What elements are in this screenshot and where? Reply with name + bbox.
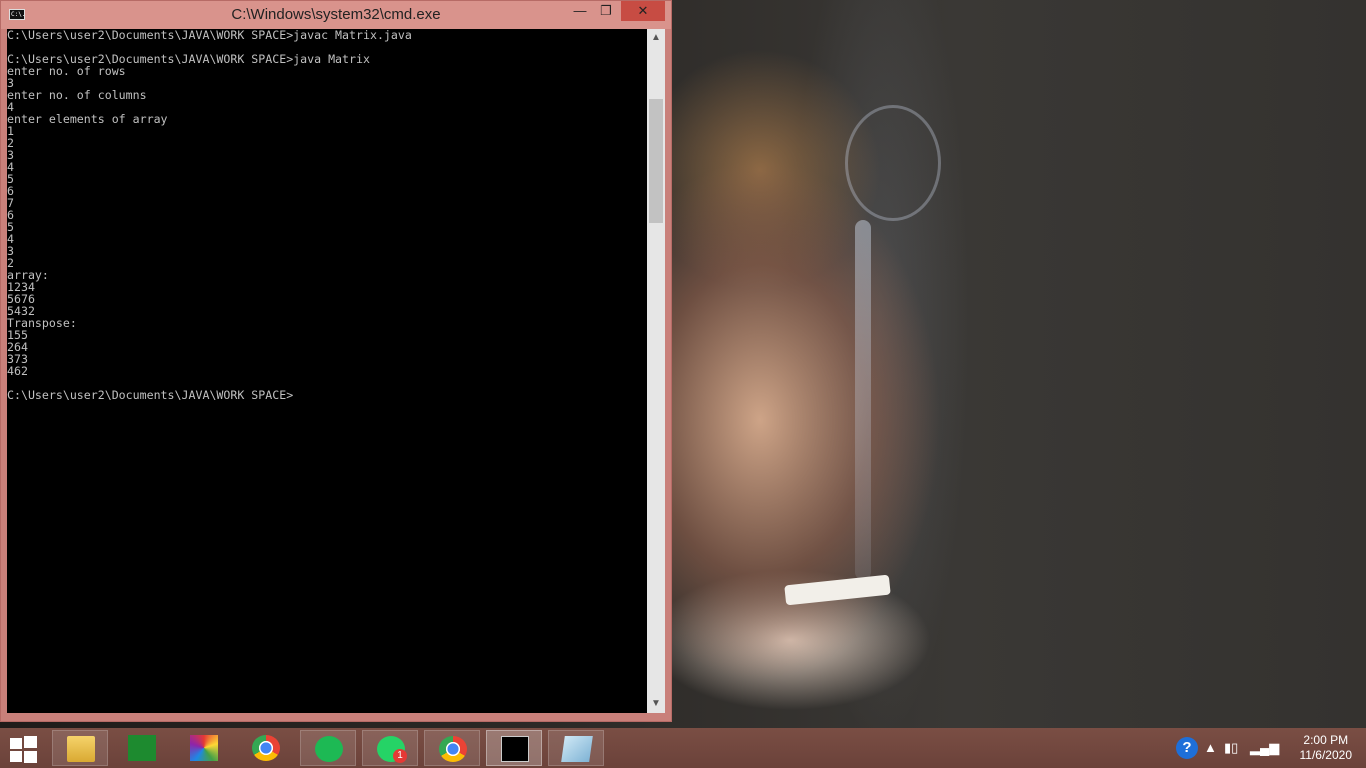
console-line: 1 bbox=[7, 124, 14, 138]
console-line: 2 bbox=[7, 256, 14, 270]
console-line: Transpose: bbox=[7, 316, 77, 330]
taskbar-command-prompt[interactable] bbox=[486, 730, 542, 766]
window-titlebar[interactable]: C:\. C:\Windows\system32\cmd.exe — ❐ ✕ bbox=[1, 1, 671, 29]
system-tray: ? ▲ ▮▯ ▂▄▆ 2:00 PM 11/6/2020 bbox=[1176, 728, 1366, 768]
help-icon[interactable]: ? bbox=[1176, 737, 1198, 759]
console-line: array: bbox=[7, 268, 49, 282]
console-line: 5676 bbox=[7, 292, 35, 306]
console-line: C:\Users\user2\Documents\JAVA\WORK SPACE… bbox=[7, 388, 294, 402]
wallpaper-smoke-trail bbox=[855, 220, 871, 580]
scroll-up-arrow-icon[interactable]: ▲ bbox=[647, 29, 665, 47]
console-line: 5 bbox=[7, 172, 14, 186]
chrome-icon bbox=[252, 735, 280, 761]
console-text: C:\Users\user2\Documents\JAVA\WORK SPACE… bbox=[7, 29, 647, 401]
console-line: C:\Users\user2\Documents\JAVA\WORK SPACE… bbox=[7, 29, 412, 42]
taskbar-spotify[interactable] bbox=[300, 730, 356, 766]
spotify-icon bbox=[315, 736, 343, 762]
taskbar-whatsapp[interactable]: 1 bbox=[362, 730, 418, 766]
console-line: 2 bbox=[7, 136, 14, 150]
console-line: 373 bbox=[7, 352, 28, 366]
console-line: 462 bbox=[7, 364, 28, 378]
windows-logo-tile bbox=[10, 751, 22, 762]
minimize-button[interactable]: — bbox=[567, 1, 593, 21]
taskbar-notepad[interactable] bbox=[548, 730, 604, 766]
console-line: 7 bbox=[7, 196, 14, 210]
battery-icon[interactable]: ▮▯ bbox=[1224, 740, 1238, 756]
console-line: 3 bbox=[7, 148, 14, 162]
notification-badge: 1 bbox=[393, 749, 407, 763]
windows-logo-tile bbox=[24, 751, 37, 763]
store-icon bbox=[128, 735, 156, 761]
taskbar-chrome[interactable] bbox=[238, 730, 294, 766]
restore-button[interactable]: ❐ bbox=[593, 1, 619, 21]
console-line: 4 bbox=[7, 232, 14, 246]
console-line: 6 bbox=[7, 208, 14, 222]
games-icon bbox=[190, 735, 218, 761]
console-line: enter elements of array bbox=[7, 112, 168, 126]
console-output[interactable]: C:\Users\user2\Documents\JAVA\WORK SPACE… bbox=[7, 29, 647, 713]
notepad-icon bbox=[561, 736, 593, 762]
chrome-profile-icon bbox=[439, 736, 467, 762]
console-line: 4 bbox=[7, 160, 14, 174]
windows-logo-tile bbox=[10, 738, 22, 749]
scroll-thumb[interactable] bbox=[649, 99, 663, 223]
scroll-down-arrow-icon[interactable]: ▼ bbox=[647, 695, 665, 713]
clock[interactable]: 2:00 PM 11/6/2020 bbox=[1300, 733, 1353, 763]
taskbar-chrome-profile[interactable] bbox=[424, 730, 480, 766]
console-line: 5432 bbox=[7, 304, 35, 318]
console-line: 5 bbox=[7, 220, 14, 234]
console-line: enter no. of rows bbox=[7, 64, 126, 78]
taskbar-games[interactable] bbox=[176, 730, 232, 766]
console-line: 1234 bbox=[7, 280, 35, 294]
start-button[interactable] bbox=[10, 736, 38, 763]
wallpaper-cigarette bbox=[784, 574, 891, 606]
console-line: enter no. of columns bbox=[7, 88, 147, 102]
console-line: 3 bbox=[7, 244, 14, 258]
clock-time: 2:00 PM bbox=[1303, 733, 1349, 747]
taskbar: 1 ? ▲ ▮▯ ▂▄▆ 2:00 PM 11/6/2020 bbox=[0, 728, 1366, 768]
cmd-icon bbox=[501, 736, 529, 762]
clock-date: 11/6/2020 bbox=[1299, 748, 1353, 762]
vertical-scrollbar[interactable]: ▲ ▼ bbox=[647, 29, 665, 713]
cmd-window[interactable]: C:\. C:\Windows\system32\cmd.exe — ❐ ✕ C… bbox=[0, 0, 672, 722]
folder-icon bbox=[67, 736, 95, 762]
network-signal-icon[interactable]: ▂▄▆ bbox=[1250, 740, 1279, 756]
taskbar-file-explorer[interactable] bbox=[52, 730, 108, 766]
close-button[interactable]: ✕ bbox=[621, 1, 665, 21]
show-hidden-icons-chevron-icon[interactable]: ▲ bbox=[1204, 740, 1217, 755]
console-line: 264 bbox=[7, 340, 28, 354]
taskbar-store[interactable] bbox=[114, 730, 170, 766]
windows-logo-tile bbox=[24, 736, 37, 748]
console-line: 155 bbox=[7, 328, 28, 342]
console-line: 6 bbox=[7, 184, 14, 198]
wallpaper-smoke-swirl bbox=[845, 105, 941, 221]
